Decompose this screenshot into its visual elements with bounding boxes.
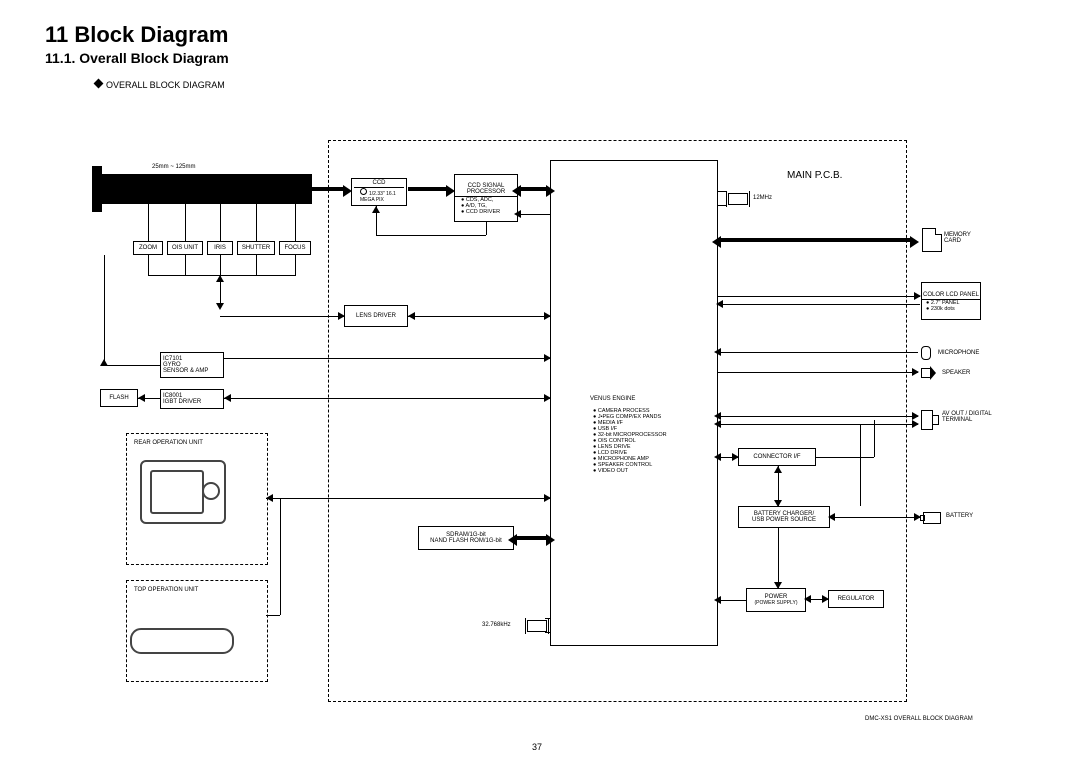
arrow-left-icon: [266, 494, 273, 502]
arrow-down-icon: [774, 582, 782, 589]
ccd-label: CCD: [354, 179, 404, 188]
arrow-up-icon: [216, 275, 224, 282]
subheader-text: OVERALL BLOCK DIAGRAM: [106, 80, 225, 90]
arrow-up-icon: [774, 466, 782, 473]
lens-range-label: 25mm ~ 125mm: [152, 164, 196, 170]
arrow-right-icon: [912, 420, 919, 428]
arrow-left-icon: [514, 210, 521, 218]
battery-icon: [923, 512, 941, 524]
clock1-label: 12MHz: [753, 195, 772, 201]
lcd-block: COLOR LCD PANEL 2.7" PANEL 230k dots: [921, 282, 981, 320]
arrow-right-icon: [546, 185, 555, 197]
arrow-left-icon: [828, 513, 835, 521]
arrow-right-icon: [912, 412, 919, 420]
arrow-left-icon: [714, 420, 721, 428]
rear-op-unit-label: REAR OPERATION UNIT: [134, 440, 203, 446]
igbt-label: IGBT DRIVER: [163, 399, 201, 405]
microphone-label: MICROPHONE: [938, 350, 979, 356]
diamond-icon: [94, 79, 104, 89]
lens-unit-ois: OIS UNIT: [167, 241, 203, 255]
batt-chg-line2: USB POWER SOURCE: [752, 517, 816, 523]
camera-rear-drawing: [140, 460, 226, 524]
lens-unit-shutter: SHUTTER: [237, 241, 275, 255]
gyro-sub: SENSOR & AMP: [163, 368, 208, 374]
arrow-left-icon: [714, 453, 721, 461]
lens-body-drawing: [100, 174, 312, 204]
microphone-icon: [921, 346, 931, 360]
lcd-item: 230k dots: [926, 306, 960, 312]
lcd-item: 2.7" PANEL: [926, 300, 960, 306]
battery-charger-block: BATTERY CHARGER/ USB POWER SOURCE: [738, 506, 830, 528]
crystal-icon: [728, 193, 748, 205]
ccd-block: CCD 1/2.33" 16.1 MEGA PIX: [351, 178, 407, 206]
arrow-right-icon: [732, 453, 739, 461]
main-pcb-label: MAIN P.C.B.: [787, 170, 842, 181]
arrow-left-icon: [716, 300, 723, 308]
ccd-signal-processor-block: CCD SIGNAL PROCESSOR CDS, ADC, A/D, TG, …: [454, 174, 518, 222]
regulator-block: REGULATOR: [828, 590, 884, 608]
page-number: 37: [532, 742, 542, 752]
arrow-left-icon: [512, 185, 521, 197]
arrow-left-icon: [804, 595, 811, 603]
igbt-driver-block: IC8001 IGBT DRIVER: [160, 389, 224, 409]
lens-unit-zoom: ZOOM: [133, 241, 163, 255]
crystal-icon: [527, 620, 547, 632]
arrow-left-icon: [408, 312, 415, 320]
top-op-unit-label: TOP OPERATION UNIT: [134, 587, 198, 593]
arrow-left-icon: [138, 394, 145, 402]
venus-engine-label: VENUS ENGINE: [590, 396, 635, 402]
venus-item: VIDEO OUT: [593, 468, 667, 474]
arrow-left-icon: [712, 236, 721, 248]
arrow-left-icon: [714, 596, 721, 604]
connector-icon: [921, 410, 933, 430]
memory-card-label: MEMORY CARD: [944, 232, 984, 244]
venus-engine-items: CAMERA PROCESS J•PEG COMP/EX PANDS MEDIA…: [593, 408, 667, 474]
lens-unit-focus: FOCUS: [279, 241, 311, 255]
power-sub-label: (POWER SUPPLY): [755, 600, 798, 606]
arrow-right-icon: [822, 595, 829, 603]
arrow-left-icon: [714, 348, 721, 356]
section-title: 11.1. Overall Block Diagram: [45, 50, 229, 66]
arrow-right-icon: [914, 292, 921, 300]
connector-if-block: CONNECTOR I/F: [738, 448, 816, 466]
arrow-left-icon: [508, 534, 517, 546]
lens-driver-block: LENS DRIVER: [344, 305, 408, 327]
arrow-left-icon: [224, 394, 231, 402]
lcd-label: COLOR LCD PANEL: [922, 291, 980, 300]
sdram-nand-block: SDRAM/1G-bit NAND FLASH ROM/1G-bit: [418, 526, 514, 550]
lens-unit-iris: IRIS: [207, 241, 233, 255]
arrow-down-icon: [774, 500, 782, 507]
arrow-right-icon: [338, 312, 345, 320]
arrow-right-icon: [912, 368, 919, 376]
arrow-right-icon: [910, 236, 919, 248]
clock2-label: 32.768kHz: [482, 622, 511, 628]
diagram-subheader: OVERALL BLOCK DIAGRAM: [95, 80, 225, 90]
footer-note: DMC-XS1 OVERALL BLOCK DIAGRAM: [865, 716, 973, 722]
sdram-line2: NAND FLASH ROM/1G-bit: [430, 538, 502, 544]
memory-card-icon: [922, 228, 942, 252]
arrow-up-icon: [372, 206, 380, 213]
battery-label: BATTERY: [946, 513, 973, 519]
chapter-title: 11 Block Diagram: [45, 22, 228, 48]
ccd-sig-label: CCD SIGNAL PROCESSOR: [455, 182, 517, 197]
power-block: POWER (POWER SUPPLY): [746, 588, 806, 612]
speaker-icon: [921, 368, 931, 378]
arrow-down-icon: [216, 303, 224, 310]
camera-top-drawing: [130, 628, 234, 654]
gyro-block: IC7101 GYRO SENSOR & AMP: [160, 352, 224, 378]
flash-block: FLASH: [100, 389, 138, 407]
venus-engine-block: [550, 160, 718, 646]
ccd-sig-item: CCD DRIVER: [461, 209, 500, 215]
speaker-label: SPEAKER: [942, 370, 970, 376]
avout-label: AV OUT / DIGITAL TERMINAL: [942, 411, 1002, 423]
arrow-right-icon: [546, 534, 555, 546]
arrow-left-icon: [714, 412, 721, 420]
